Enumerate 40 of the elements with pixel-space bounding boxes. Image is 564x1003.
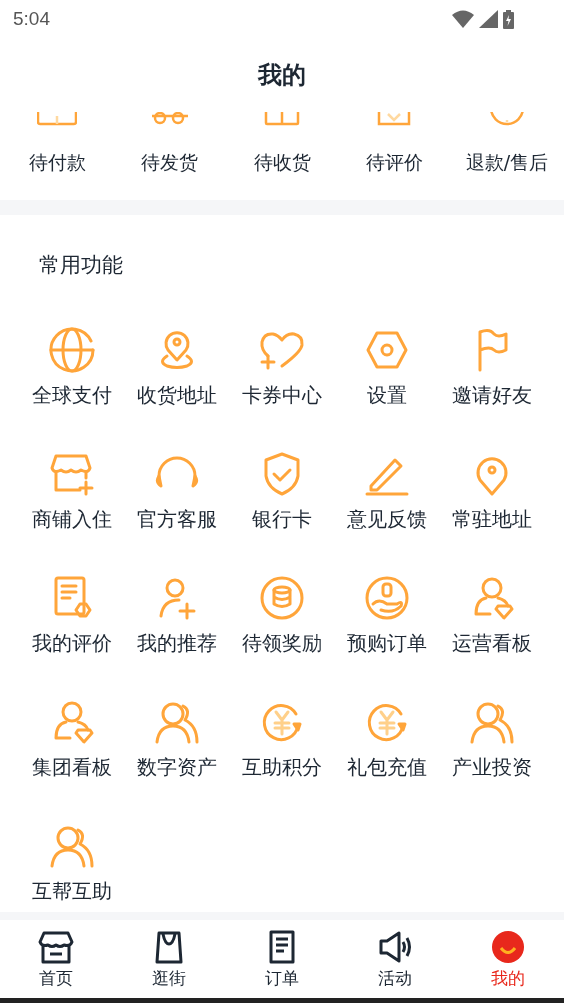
- order-status-item[interactable]: 退款/售后: [450, 112, 564, 200]
- function-item[interactable]: 设置: [334, 326, 439, 407]
- function-item[interactable]: 全球支付: [19, 326, 124, 407]
- wifi-icon: [452, 10, 474, 28]
- function-item[interactable]: 卡券中心: [229, 326, 334, 407]
- order-status-item[interactable]: 待收货: [225, 112, 339, 200]
- function-item[interactable]: 预购订单: [334, 574, 439, 655]
- nav-tab[interactable]: 我的: [451, 920, 564, 998]
- order-status-item[interactable]: 待评价: [338, 112, 451, 200]
- section-title: 常用功能: [39, 252, 124, 279]
- smile-icon: [489, 930, 526, 964]
- function-item[interactable]: 互帮互助: [19, 822, 124, 903]
- nav-tab[interactable]: 首页: [0, 920, 113, 998]
- function-item[interactable]: 我的评价: [19, 574, 124, 655]
- nav-tab[interactable]: 活动: [338, 920, 452, 998]
- order-status-item[interactable]: 待发货: [113, 112, 226, 200]
- function-item[interactable]: 集团看板: [19, 698, 124, 779]
- function-item[interactable]: 礼包充值: [334, 698, 439, 779]
- function-item[interactable]: 数字资产: [124, 698, 229, 779]
- function-item[interactable]: 意见反馈: [334, 450, 439, 531]
- nav-tab[interactable]: 订单: [225, 920, 339, 998]
- function-item[interactable]: 待领奖励: [229, 574, 334, 655]
- function-item[interactable]: 常驻地址: [439, 450, 544, 531]
- function-item[interactable]: 邀请好友: [439, 326, 544, 407]
- function-item[interactable]: 运营看板: [439, 574, 544, 655]
- status-time: 5:04: [13, 8, 50, 30]
- page-title: 我的: [258, 60, 306, 91]
- function-item[interactable]: 收货地址: [124, 326, 229, 407]
- globe-icon: [47, 326, 96, 374]
- function-item[interactable]: 我的推荐: [124, 574, 229, 655]
- function-item[interactable]: 互助积分: [229, 698, 334, 779]
- signal-icon: [479, 10, 498, 28]
- store-icon: [38, 930, 75, 964]
- function-item[interactable]: 产业投资: [439, 698, 544, 779]
- function-item[interactable]: 银行卡: [229, 450, 334, 531]
- function-item[interactable]: 官方客服: [124, 450, 229, 531]
- battery-icon: [503, 9, 514, 29]
- order-status-item[interactable]: 待付款: [1, 112, 114, 200]
- function-item[interactable]: 商铺入住: [19, 450, 124, 531]
- nav-tab[interactable]: 逛街: [112, 920, 226, 998]
